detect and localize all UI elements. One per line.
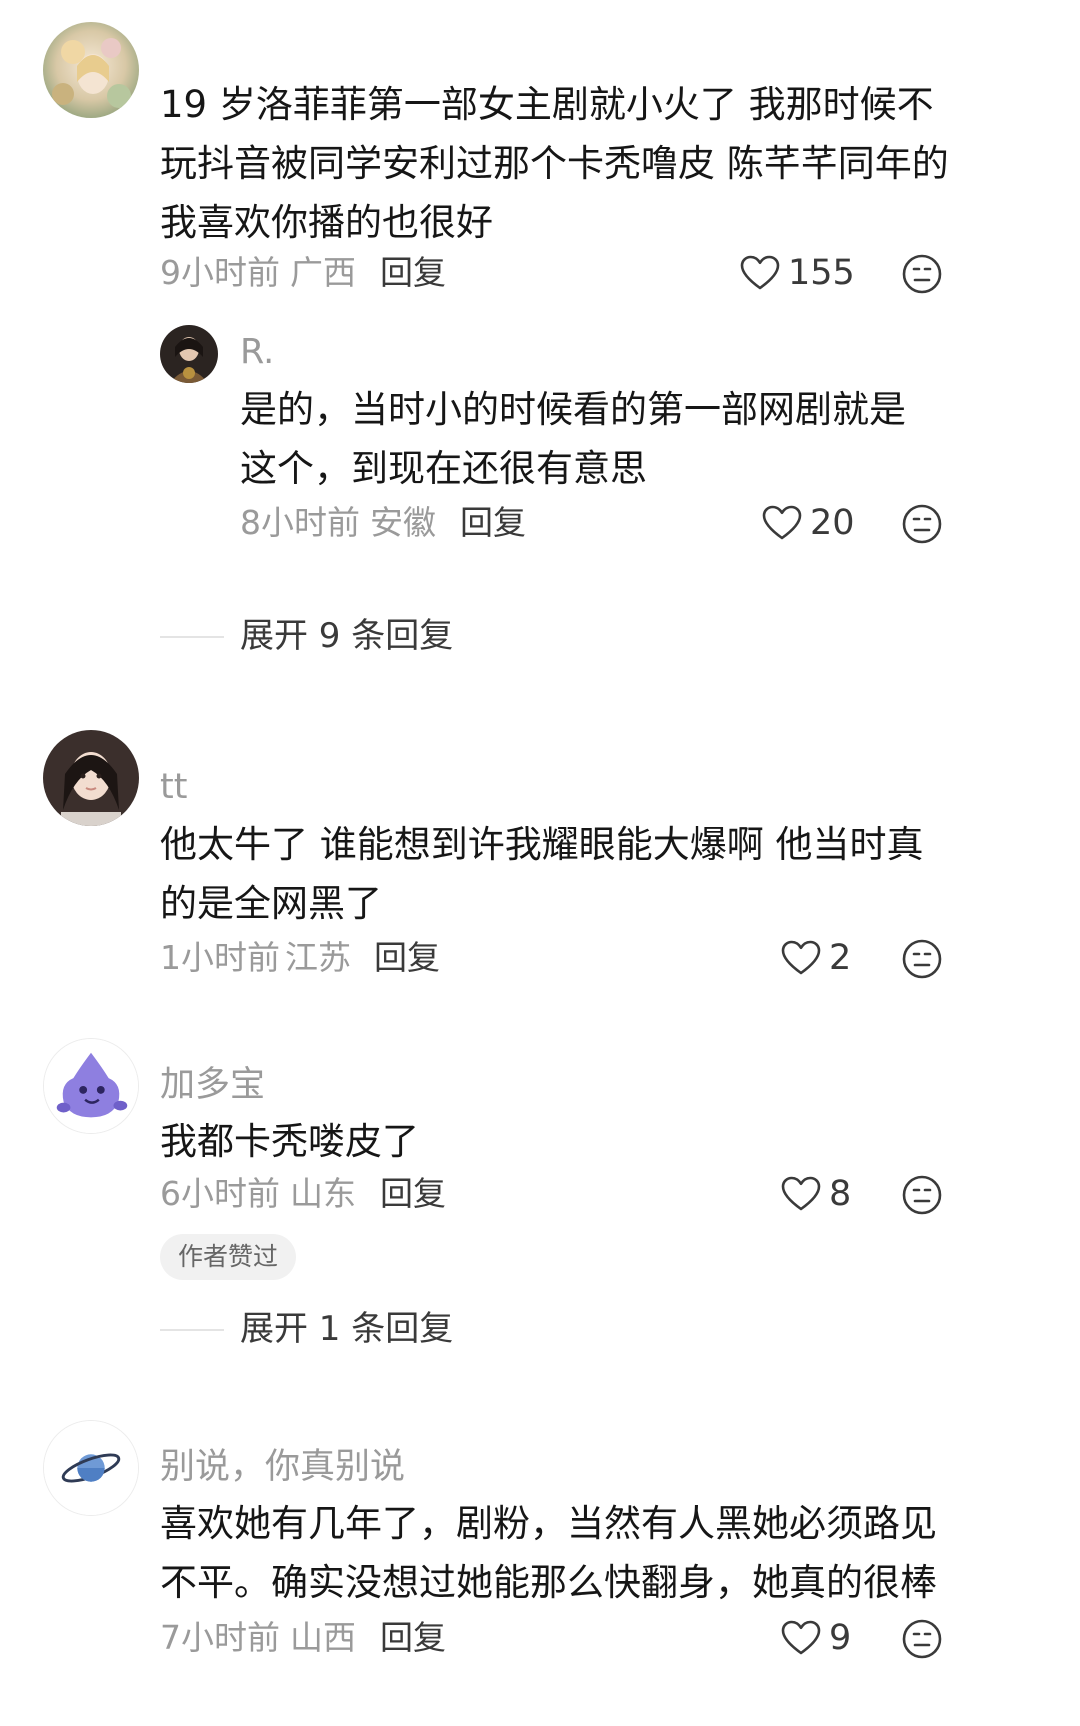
reply-username[interactable]: R. (240, 330, 274, 374)
dislike-face-icon[interactable] (901, 1174, 943, 1216)
comment-2: tt 他太牛了 谁能想到许我耀眼能大爆啊 他当时真的是全网黑了 1小时前 江苏 … (0, 730, 1080, 1010)
like-button[interactable]: 9 (781, 1614, 851, 1662)
dislike-face-icon[interactable] (901, 503, 943, 545)
comment-time: 1小时前 (160, 938, 280, 977)
avatar[interactable] (43, 1038, 139, 1134)
heart-icon (781, 1620, 821, 1655)
dark-portrait-avatar (160, 325, 218, 383)
expand-replies-button[interactable]: 展开 1 条回复 (240, 1307, 453, 1351)
comment-location: 山西 (290, 1618, 356, 1657)
comment-username[interactable]: tt (160, 765, 187, 809)
like-count: 9 (829, 1618, 852, 1658)
like-button[interactable]: 155 (740, 249, 855, 297)
comment-location: 山东 (290, 1174, 356, 1213)
reply-button[interactable]: 回复 (380, 1172, 446, 1216)
reply-button[interactable]: 回复 (374, 936, 440, 980)
expand-divider (160, 636, 224, 638)
dislike-face-icon[interactable] (901, 253, 943, 295)
heart-icon (781, 1176, 821, 1211)
like-count: 2 (829, 938, 852, 978)
comment-1: 19 岁洛菲菲第一部女主剧就小火了 我那时候不玩抖音被同学安利过那个卡秃噜皮 陈… (0, 0, 1080, 680)
comment-username[interactable]: 加多宝 (160, 1063, 265, 1107)
expand-replies-button[interactable]: 展开 9 条回复 (240, 614, 453, 658)
floral-girl-avatar (43, 22, 139, 118)
comment-text: 我都卡秃喽皮了 (160, 1120, 419, 1163)
reply-item: R. 是的，当时小的时候看的第一部网剧就是这个，到现在还很有意思 8小时前 安徽… (160, 320, 1040, 560)
like-count: 8 (829, 1174, 852, 1214)
author-liked-badge: 作者赞过 (160, 1234, 297, 1280)
like-count: 20 (810, 503, 855, 543)
comment-username[interactable]: 别说，你真别说 (160, 1445, 405, 1489)
purple-cartoon-avatar (44, 1039, 138, 1133)
reply-button[interactable]: 回复 (460, 501, 526, 545)
girl-portrait-avatar (43, 730, 139, 826)
comment-time: 7小时前 (160, 1618, 280, 1657)
like-button[interactable]: 8 (781, 1170, 851, 1218)
reply-location: 安徽 (370, 503, 436, 542)
comment-time: 6小时前 (160, 1174, 280, 1213)
comment-text: 19 岁洛菲菲第一部女主剧就小火了 我那时候不玩抖音被同学安利过那个卡秃噜皮 陈… (160, 83, 949, 244)
avatar[interactable] (160, 325, 218, 383)
avatar[interactable] (43, 22, 139, 118)
heart-icon (762, 505, 802, 540)
comment-text: 喜欢她有几年了，剧粉，当然有人黑她必须路见不平。确实没想过她能那么快翻身，她真的… (160, 1502, 937, 1604)
reply-button[interactable]: 回复 (380, 1616, 446, 1660)
like-button[interactable]: 20 (762, 499, 855, 547)
avatar[interactable] (43, 1420, 139, 1516)
expand-divider (160, 1329, 224, 1331)
reply-button[interactable]: 回复 (380, 251, 446, 295)
dislike-face-icon[interactable] (901, 938, 943, 980)
comment-location: 江苏 (285, 938, 351, 977)
like-button[interactable]: 2 (781, 934, 851, 982)
like-count: 155 (788, 253, 855, 293)
comment-4: 别说，你真别说 喜欢她有几年了，剧粉，当然有人黑她必须路见不平。确实没想过她能那… (0, 1420, 1080, 1726)
comment-location: 广西 (290, 253, 356, 292)
comment-time: 9小时前 (160, 253, 280, 292)
reply-text: 是的，当时小的时候看的第一部网剧就是这个，到现在还很有意思 (240, 388, 906, 490)
planet-avatar (44, 1421, 138, 1515)
dislike-face-icon[interactable] (901, 1618, 943, 1660)
heart-icon (740, 255, 780, 290)
avatar[interactable] (43, 730, 139, 826)
reply-time: 8小时前 (240, 503, 360, 542)
heart-icon (781, 940, 821, 975)
comment-text: 他太牛了 谁能想到许我耀眼能大爆啊 他当时真的是全网黑了 (160, 823, 924, 925)
comment-3: 加多宝 我都卡秃喽皮了 6小时前 山东 回复 8 作者赞过 展开 1 条回复 (0, 1038, 1080, 1368)
